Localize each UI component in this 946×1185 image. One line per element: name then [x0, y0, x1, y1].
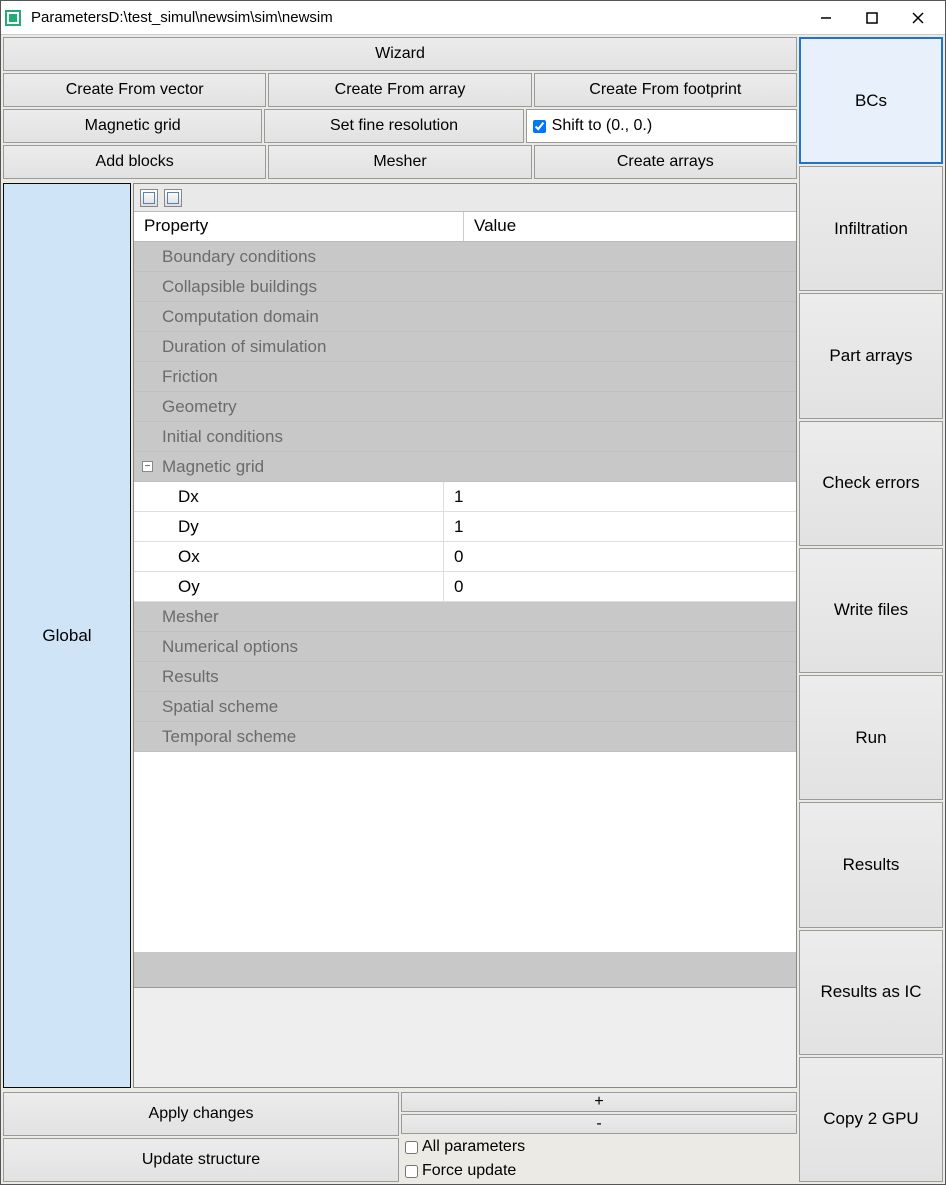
tab-global[interactable]: Global: [3, 183, 131, 1088]
copy-2-gpu-button[interactable]: Copy 2 GPU: [799, 1057, 943, 1182]
window-title: ParametersD:\test_simul\newsim\sim\newsi…: [31, 9, 333, 26]
cat-mesher[interactable]: Mesher: [134, 602, 796, 632]
shift-to-origin-input[interactable]: [533, 120, 546, 133]
force-update-checkbox[interactable]: Force update: [401, 1160, 797, 1182]
close-button[interactable]: [895, 3, 941, 33]
cat-boundary-conditions[interactable]: Boundary conditions: [134, 242, 796, 272]
app-icon: [5, 9, 23, 27]
results-as-ic-button[interactable]: Results as IC: [799, 930, 943, 1055]
minus-button[interactable]: -: [401, 1114, 797, 1134]
wizard-button[interactable]: Wizard: [3, 37, 797, 71]
titlebar: ParametersD:\test_simul\newsim\sim\newsi…: [1, 1, 945, 35]
cat-collapsible-buildings[interactable]: Collapsible buildings: [134, 272, 796, 302]
create-from-footprint-button[interactable]: Create From footprint: [534, 73, 797, 107]
create-from-array-button[interactable]: Create From array: [268, 73, 531, 107]
all-parameters-checkbox[interactable]: All parameters: [401, 1136, 797, 1158]
infiltration-button[interactable]: Infiltration: [799, 166, 943, 291]
cat-results[interactable]: Results: [134, 662, 796, 692]
cat-magnetic-grid[interactable]: −Magnetic grid: [134, 452, 796, 482]
collapse-icon[interactable]: −: [142, 461, 153, 472]
property-grid-body[interactable]: Boundary conditions Collapsible building…: [134, 242, 796, 987]
plus-button[interactable]: +: [401, 1092, 797, 1112]
apply-changes-button[interactable]: Apply changes: [3, 1092, 399, 1136]
categorized-view-icon[interactable]: [140, 189, 158, 207]
shift-to-origin-checkbox[interactable]: Shift to (0., 0.): [526, 109, 797, 143]
maximize-button[interactable]: [849, 3, 895, 33]
bottom-bar: Apply changes Update structure + - All p…: [1, 1090, 799, 1184]
part-arrays-button[interactable]: Part arrays: [799, 293, 943, 418]
cat-numerical-options[interactable]: Numerical options: [134, 632, 796, 662]
bcs-button[interactable]: BCs: [799, 37, 943, 164]
create-arrays-button[interactable]: Create arrays: [534, 145, 797, 179]
cat-friction[interactable]: Friction: [134, 362, 796, 392]
minimize-button[interactable]: [803, 3, 849, 33]
cat-initial-conditions[interactable]: Initial conditions: [134, 422, 796, 452]
mesher-button[interactable]: Mesher: [268, 145, 531, 179]
results-button[interactable]: Results: [799, 802, 943, 927]
add-blocks-button[interactable]: Add blocks: [3, 145, 266, 179]
cat-spatial-scheme[interactable]: Spatial scheme: [134, 692, 796, 722]
prop-row-oy[interactable]: Oy0: [134, 572, 796, 602]
cat-computation-domain[interactable]: Computation domain: [134, 302, 796, 332]
right-sidebar: BCs Infiltration Part arrays Check error…: [799, 35, 945, 1184]
shift-to-origin-label: Shift to (0., 0.): [552, 117, 652, 135]
property-grid-toolbar: [134, 184, 796, 212]
prop-row-dx[interactable]: Dx1: [134, 482, 796, 512]
update-structure-button[interactable]: Update structure: [3, 1138, 399, 1182]
header-value: Value: [464, 212, 526, 241]
property-grid-header: Property Value: [134, 212, 796, 242]
cat-temporal-scheme[interactable]: Temporal scheme: [134, 722, 796, 752]
magnetic-grid-button[interactable]: Magnetic grid: [3, 109, 262, 143]
run-button[interactable]: Run: [799, 675, 943, 800]
prop-row-dy[interactable]: Dy1: [134, 512, 796, 542]
set-fine-resolution-button[interactable]: Set fine resolution: [264, 109, 523, 143]
header-property: Property: [134, 212, 464, 241]
check-errors-button[interactable]: Check errors: [799, 421, 943, 546]
cat-geometry[interactable]: Geometry: [134, 392, 796, 422]
cat-duration-simulation[interactable]: Duration of simulation: [134, 332, 796, 362]
property-grid-description: [134, 987, 796, 1087]
write-files-button[interactable]: Write files: [799, 548, 943, 673]
property-grid: Property Value Boundary conditions Colla…: [133, 183, 797, 1088]
prop-row-ox[interactable]: Ox0: [134, 542, 796, 572]
create-from-vector-button[interactable]: Create From vector: [3, 73, 266, 107]
top-toolbar: Wizard Create From vector Create From ar…: [1, 35, 799, 181]
alphabetical-view-icon[interactable]: [164, 189, 182, 207]
